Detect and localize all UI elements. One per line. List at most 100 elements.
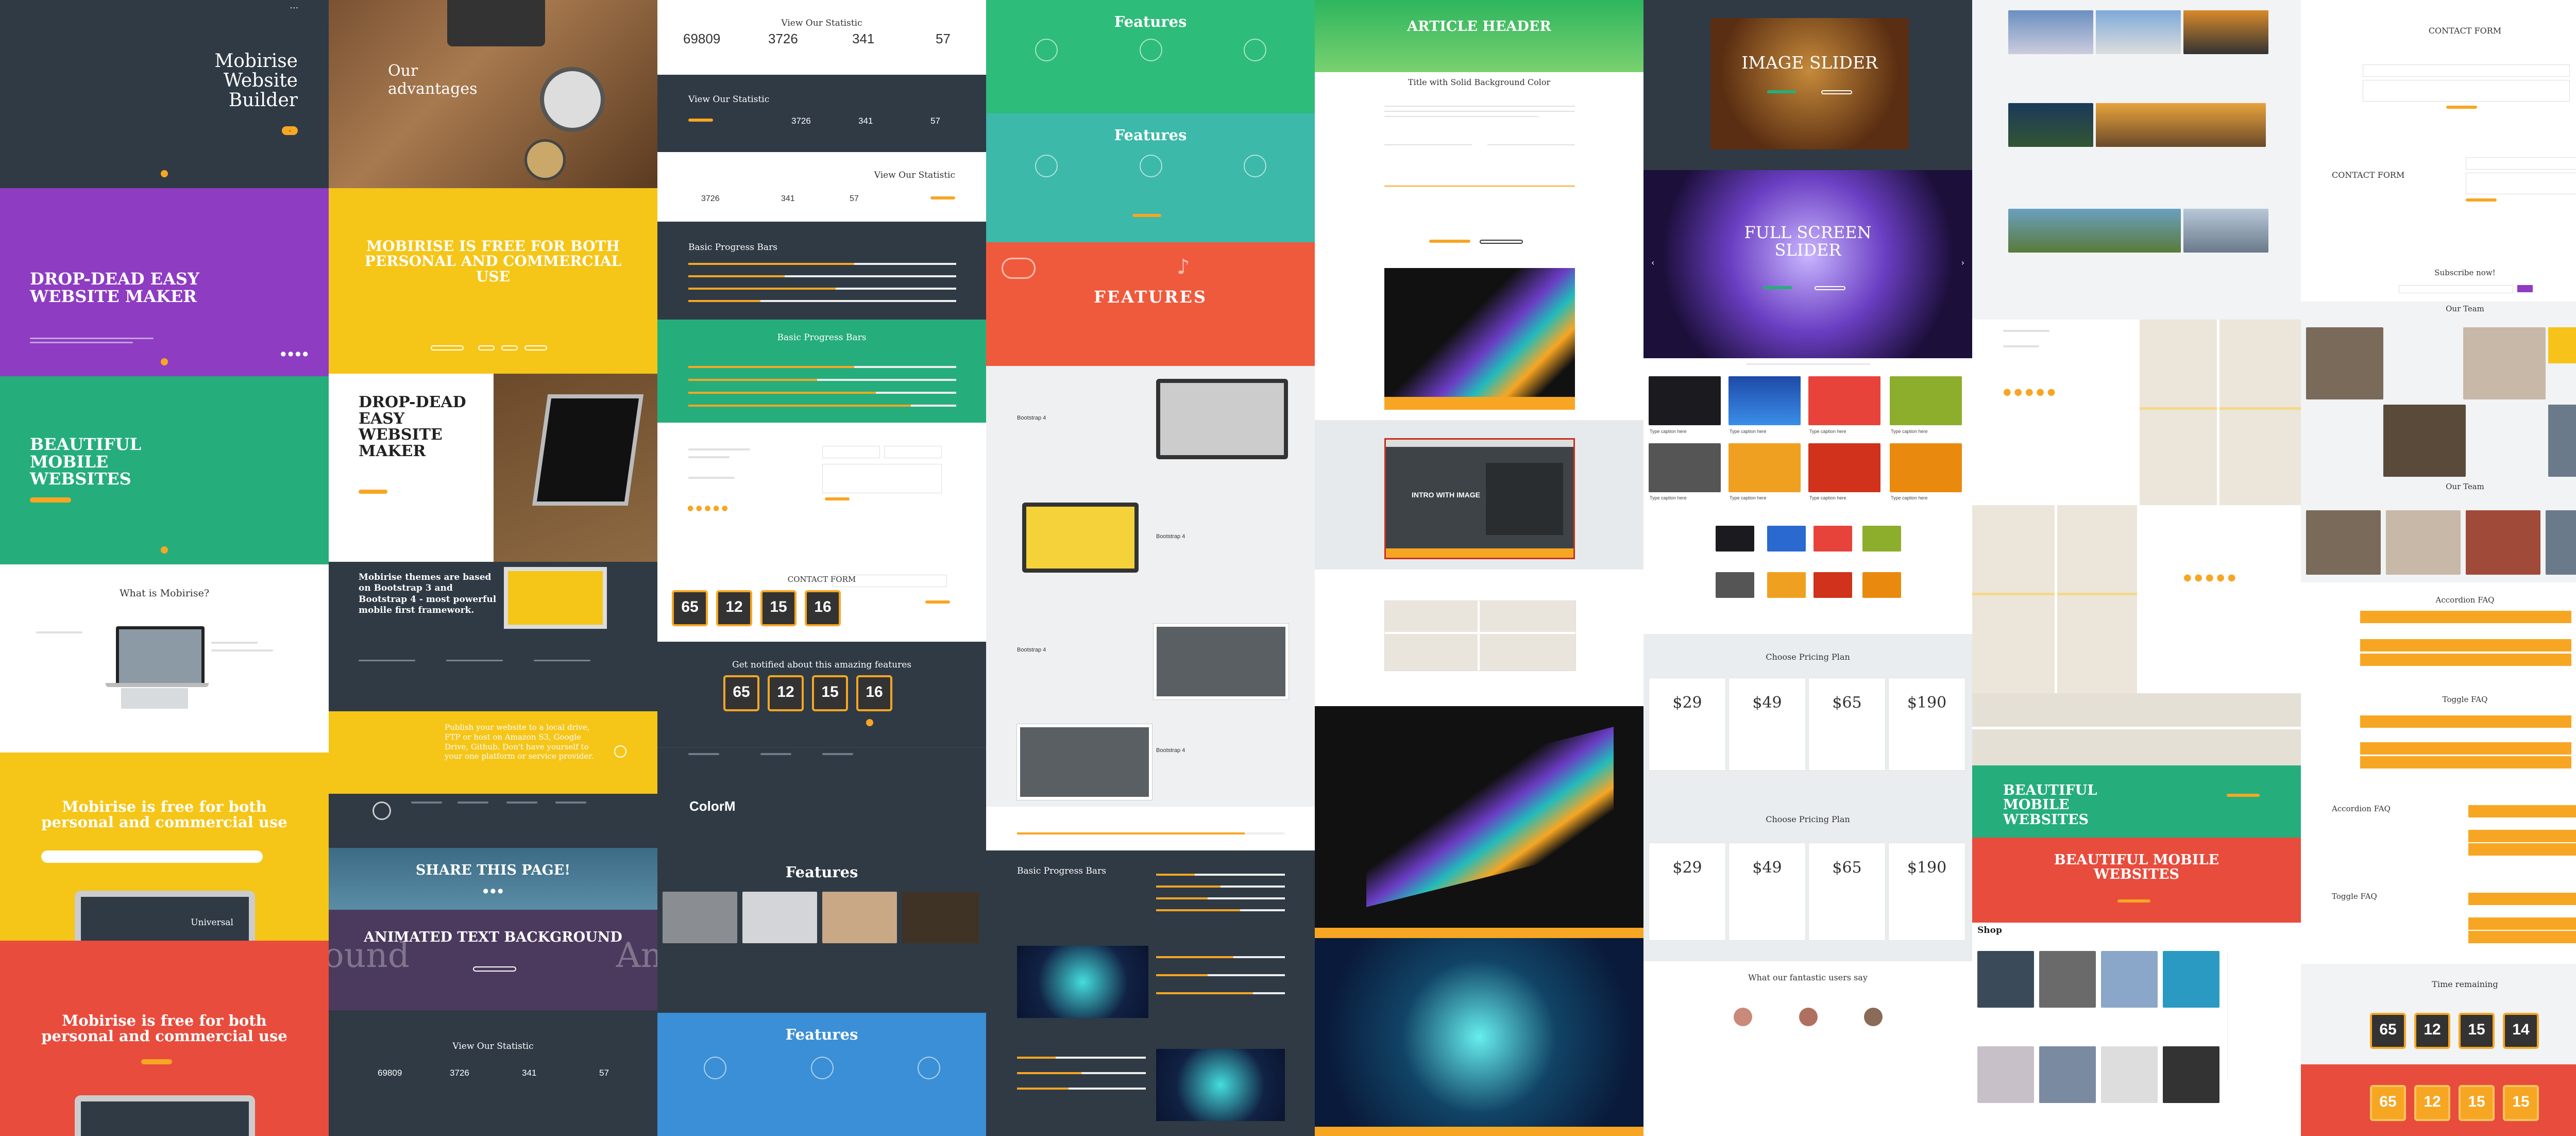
message-input[interactable]	[822, 464, 942, 493]
gallery-small-1[interactable]	[1716, 526, 1754, 552]
toggle-side-1[interactable]	[2468, 893, 2576, 905]
gallery-item-4[interactable]	[1890, 376, 1962, 425]
gallery-item-5[interactable]	[1649, 443, 1721, 492]
statistic-button-2[interactable]	[930, 196, 955, 199]
contact-input[interactable]	[833, 575, 947, 587]
brand-logo[interactable]: ColorM	[689, 799, 736, 813]
gallery-small-8[interactable]	[1862, 572, 1901, 598]
scroll-dot[interactable]	[161, 358, 168, 365]
accordion-item-1[interactable]	[2360, 611, 2571, 623]
product-5[interactable]	[1977, 1046, 2034, 1103]
subscribe-button[interactable]	[2517, 285, 2533, 292]
product-6[interactable]	[2039, 1046, 2096, 1103]
gallery-small-5[interactable]	[1716, 572, 1754, 598]
product-3[interactable]	[2101, 951, 2158, 1008]
accordion-side-2[interactable]	[2468, 830, 2576, 842]
rating-stars[interactable]: ● ● ● ● ●	[687, 504, 728, 512]
dropdead-button[interactable]	[359, 490, 387, 494]
slider-prev-icon[interactable]: ‹	[1651, 258, 1654, 268]
column-7: ● ● ● ● ● ● ● ● ● ● BEAUTIFUL MOBILE WEB…	[1972, 0, 2301, 1136]
send-button[interactable]	[825, 497, 850, 500]
contact-input-4[interactable]	[2466, 173, 2576, 194]
subscribe-input[interactable]	[2399, 285, 2513, 293]
gallery-small-6[interactable]	[1767, 572, 1806, 598]
product-4[interactable]	[2163, 951, 2219, 1008]
toggle-side-3[interactable]	[2468, 931, 2576, 943]
article-button-2[interactable]	[1480, 240, 1523, 244]
statistic-light-block: View Our Statistic 69809 3726 341 57	[657, 0, 986, 75]
gallery-item-6[interactable]	[1728, 443, 1801, 492]
social-circles[interactable]: ● ● ● ● ●	[2003, 387, 2055, 397]
accordion-side-3[interactable]	[2468, 843, 2576, 856]
product-2[interactable]	[2039, 951, 2096, 1008]
gallery-item-1[interactable]	[1649, 376, 1721, 425]
social-circles-2[interactable]: ● ● ● ● ●	[2183, 572, 2235, 583]
map-2[interactable]	[1972, 505, 2137, 693]
social-icons[interactable]: ● ● ● ●	[281, 350, 308, 357]
hero-title: Mobirise Website Builder	[214, 51, 298, 111]
email-input[interactable]	[41, 850, 263, 863]
contact-input-2[interactable]	[2363, 80, 2570, 102]
article-button-1[interactable]	[1429, 240, 1470, 243]
red-button[interactable]	[141, 1059, 172, 1064]
contact-form-block: CONTACT FORM 65 12 15 16	[657, 546, 986, 642]
animated-block: ound An ANIMATED TEXT BACKGROUND	[329, 910, 657, 1010]
gallery-item-7[interactable]	[1808, 443, 1880, 492]
gallery-item-2[interactable]	[1728, 376, 1801, 425]
bootstrap-block: Bootstrap 4 Bootstrap 4 Bootstrap 4 Boot…	[986, 366, 1315, 807]
share-icons[interactable]: ● ● ●	[329, 887, 657, 894]
scroll-dot[interactable]	[161, 546, 168, 554]
arrow-icon[interactable]	[614, 745, 626, 758]
progress-bar-1	[688, 263, 956, 265]
toggle-item-1[interactable]	[2360, 715, 2571, 728]
slider-button-1[interactable]	[1767, 90, 1796, 93]
contact-submit[interactable]	[925, 600, 950, 604]
gallery-small-7[interactable]	[1814, 572, 1852, 598]
accordion-item-2[interactable]	[2360, 639, 2571, 651]
gallery-small-2[interactable]	[1767, 526, 1806, 552]
button-4[interactable]	[524, 345, 547, 350]
scroll-dot[interactable]	[161, 170, 168, 177]
features-title: Features	[1114, 13, 1187, 30]
fullscreen-button-2[interactable]	[1815, 286, 1845, 290]
gallery-small-4[interactable]	[1862, 526, 1901, 552]
red-button[interactable]	[2117, 899, 2150, 903]
toggle-title: Toggle FAQ	[2442, 695, 2488, 704]
slider-button-2[interactable]	[1821, 90, 1852, 94]
contact-submit[interactable]	[2446, 106, 2477, 109]
map-1[interactable]	[2140, 320, 2301, 505]
contact-input-3[interactable]	[2466, 157, 2576, 170]
slider-next-icon[interactable]: ›	[1961, 258, 1964, 268]
accordion-side-1[interactable]	[2468, 805, 2576, 817]
toggle-item-2[interactable]	[2360, 742, 2571, 755]
product-1[interactable]	[1977, 951, 2034, 1008]
button-3[interactable]	[501, 345, 518, 350]
fullscreen-button-1[interactable]	[1763, 286, 1792, 289]
product-7[interactable]	[2101, 1046, 2158, 1103]
email-input[interactable]	[884, 446, 942, 458]
accordion-item-3[interactable]	[2360, 654, 2571, 666]
hero-button[interactable]: ›	[282, 126, 298, 135]
toggle-side-2[interactable]	[2468, 917, 2576, 930]
product-8[interactable]	[2163, 1046, 2219, 1103]
gallery-small-3[interactable]	[1814, 526, 1852, 552]
green-button[interactable]	[30, 497, 71, 503]
map[interactable]	[1384, 600, 1576, 671]
pricing-card-2: $49	[1728, 678, 1806, 771]
stat-value-4: 57	[599, 1068, 609, 1078]
contact-input-1[interactable]	[2363, 64, 2570, 77]
statistic-button[interactable]	[688, 119, 713, 122]
gallery-item-8[interactable]	[1890, 443, 1962, 492]
button-2[interactable]	[478, 345, 495, 350]
name-input[interactable]	[822, 446, 880, 458]
green-button[interactable]	[2227, 794, 2260, 797]
animated-button[interactable]	[473, 966, 516, 972]
button-1[interactable]	[431, 345, 464, 350]
scroll-dot[interactable]	[866, 719, 873, 726]
toggle-item-3[interactable]	[2360, 756, 2571, 769]
contact-submit-2[interactable]	[2466, 198, 2497, 202]
gallery-item-3[interactable]	[1808, 376, 1880, 425]
team-photo-7	[2466, 510, 2540, 575]
range-slider[interactable]	[1017, 832, 1285, 834]
features-button[interactable]	[1132, 214, 1161, 217]
